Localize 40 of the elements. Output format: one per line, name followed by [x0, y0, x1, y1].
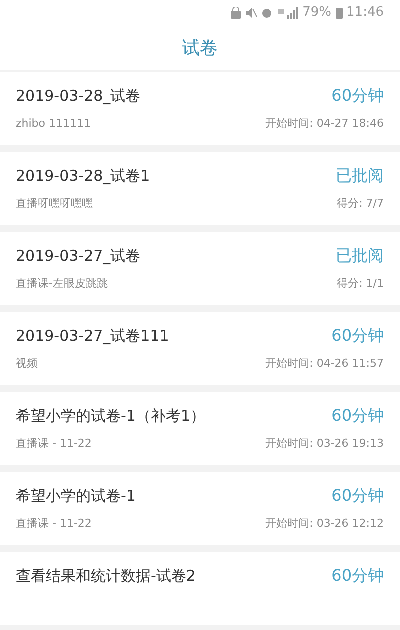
paper-card[interactable]: 2019-03-28_试卷1 已批阅 直播呀嘿呀嘿嘿 得分: 7/7 — [0, 152, 400, 225]
mute-icon — [244, 7, 257, 19]
paper-title: 希望小学的试卷-1 — [16, 486, 136, 507]
lock-icon — [230, 7, 241, 19]
paper-status: 60分钟 — [332, 565, 384, 587]
paper-course: 直播课 - 11-22 — [16, 436, 92, 452]
paper-card[interactable]: 查看结果和统计数据-试卷2 60分钟 — [0, 552, 400, 625]
paper-card[interactable]: 希望小学的试卷-1（补考1） 60分钟 直播课 - 11-22 开始时间: 03-26 19:13 — [0, 392, 400, 465]
paper-detail: 开始时间: 04-26 11:57 — [266, 356, 384, 372]
battery-percentage: 79% — [302, 4, 332, 22]
paper-course: 直播呀嘿呀嘿嘿 — [16, 196, 93, 212]
paper-card[interactable]: 2019-03-27_试卷111 60分钟 视频 开始时间: 04-26 11:57 — [0, 312, 400, 385]
page-title: 试卷 — [182, 36, 218, 60]
paper-detail: 得分: 7/7 — [337, 196, 384, 212]
paper-card[interactable]: 2019-03-28_试卷 60分钟 zhibo 111111 开始时间: 04-27 18:46 — [0, 72, 400, 145]
paper-title: 2019-03-27_试卷 — [16, 246, 141, 267]
paper-course: 直播课-左眼皮跳跳 — [16, 276, 108, 292]
paper-detail: 得分: 1/1 — [337, 276, 384, 292]
paper-course: zhibo 111111 — [16, 116, 92, 132]
paper-status: 60分钟 — [332, 485, 384, 507]
paper-title: 查看结果和统计数据-试卷2 — [16, 566, 196, 587]
paper-title: 2019-03-27_试卷111 — [16, 326, 170, 347]
paper-status: 60分钟 — [332, 85, 384, 107]
paper-title: 2019-03-28_试卷 — [16, 86, 141, 107]
signal-icon — [276, 7, 299, 19]
paper-detail: 开始时间: 03-26 19:13 — [266, 436, 384, 452]
paper-card[interactable]: 2019-03-27_试卷 已批阅 直播课-左眼皮跳跳 得分: 1/1 — [0, 232, 400, 305]
battery-icon — [336, 7, 343, 19]
paper-course: 视频 — [16, 356, 38, 372]
paper-status: 已批阅 — [336, 165, 384, 187]
paper-title: 希望小学的试卷-1（补考1） — [16, 406, 206, 427]
paper-card[interactable]: 希望小学的试卷-1 60分钟 直播课 - 11-22 开始时间: 03-26 12:12 — [0, 472, 400, 545]
paper-course: 直播课 - 11-22 — [16, 516, 92, 532]
paper-detail: 开始时间: 04-27 18:46 — [266, 116, 384, 132]
paper-status: 已批阅 — [336, 245, 384, 267]
paper-status: 60分钟 — [332, 325, 384, 347]
paper-status: 60分钟 — [332, 405, 384, 427]
paper-detail: 开始时间: 03-26 12:12 — [266, 516, 384, 532]
clock-time: 11:46 — [346, 4, 384, 22]
paper-title: 2019-03-28_试卷1 — [16, 166, 150, 187]
